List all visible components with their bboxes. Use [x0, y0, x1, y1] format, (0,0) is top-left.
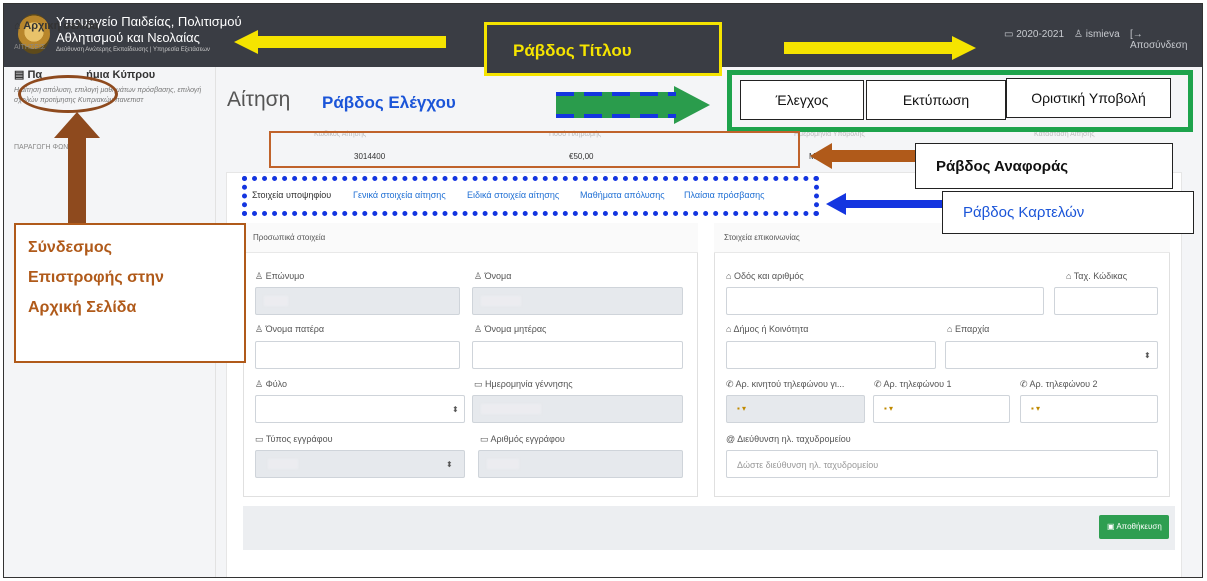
- gender-select[interactable]: ⬍: [255, 395, 465, 423]
- tabs-bar-annotation: Ράβδος Καρτελών: [963, 204, 1085, 221]
- check-button[interactable]: Έλεγχος: [740, 80, 864, 120]
- school-year[interactable]: ▭ 2020-2021: [1004, 29, 1064, 40]
- doc-number-field[interactable]: [478, 450, 683, 478]
- flag-icon: ▪ ▾: [884, 404, 894, 413]
- name-label: ♙ Όνομα: [474, 271, 512, 281]
- ref-label-date: Ημερομηνία Υποβολής: [794, 131, 865, 138]
- select-arrow-icon: ⬍: [1144, 351, 1151, 360]
- id-card-icon: ▭: [255, 434, 266, 444]
- surname-label: ♙ Επώνυμο: [255, 271, 305, 281]
- save-icon: ▣: [1107, 522, 1117, 531]
- screenshot-frame: Υπουργείο Παιδείας, Πολιτισμού Αθλητισμο…: [3, 3, 1203, 578]
- dob-label: ▭ Ημερομηνία γέννησης: [474, 379, 573, 389]
- email-field[interactable]: Δώστε διεύθυνση ηλ. ταχυδρομείου: [726, 450, 1158, 478]
- mobile-field[interactable]: ▪ ▾: [726, 395, 865, 423]
- reference-bar-box: [269, 131, 800, 168]
- building-icon: ⌂: [1066, 271, 1074, 281]
- phone-icon: ✆: [874, 379, 884, 389]
- mother-name-label: ♙ Όνομα μητέρας: [474, 324, 547, 334]
- person-icon: ♙: [255, 271, 266, 281]
- save-button[interactable]: ▣ Αποθήκευση: [1099, 515, 1169, 539]
- select-arrow-icon: ⬍: [446, 460, 453, 469]
- print-button[interactable]: Εκτύπωση: [866, 80, 1006, 120]
- control-bar-annotation: Ράβδος Ελέγχου: [322, 93, 456, 112]
- mobile-label: ✆ Αρ. κινητού τηλεφώνου γι...: [726, 379, 845, 389]
- logout-icon: [→: [1130, 29, 1143, 40]
- yellow-left-arrow: [234, 30, 446, 54]
- blue-left-arrow: [826, 193, 944, 215]
- phone2-label: ✆ Αρ. τηλεφώνου 2: [1020, 379, 1098, 389]
- street-field[interactable]: [726, 287, 1044, 315]
- doc-number-label: ▭ Αριθμός εγγράφου: [480, 434, 565, 444]
- select-arrow-icon: ⬍: [452, 405, 459, 414]
- father-name-label: ♙ Όνομα πατέρα: [255, 324, 325, 334]
- postcode-label: ⌂ Ταχ. Κώδικας: [1066, 271, 1128, 281]
- form-footer: [243, 506, 1175, 550]
- person-icon: ♙: [474, 271, 485, 281]
- title-bar-annotation: Ράβδος Τίτλου: [513, 41, 632, 60]
- document-icon: ▤: [14, 69, 28, 81]
- phone-icon: ✆: [1020, 379, 1030, 389]
- yellow-right-arrow: [784, 36, 976, 60]
- brown-left-arrow-ref: [810, 143, 918, 169]
- home-icon: ⌂: [14, 20, 24, 32]
- final-submit-button[interactable]: Οριστική Υποβολή: [1006, 78, 1171, 118]
- district-label: ⌂ Επαρχία: [947, 324, 990, 334]
- mother-name-field[interactable]: [472, 341, 683, 369]
- postcode-field[interactable]: [1054, 287, 1158, 315]
- doc-type-select[interactable]: ⬍: [255, 450, 465, 478]
- home-link-annotation-line3: Αρχική Σελίδα: [28, 299, 137, 316]
- district-select[interactable]: ⬍: [945, 341, 1158, 369]
- phone1-label: ✆ Αρ. τηλεφώνου 1: [874, 379, 952, 389]
- father-name-field[interactable]: [255, 341, 460, 369]
- municipality-label: ⌂ Δήμος ή Κοινότητα: [726, 324, 809, 334]
- page-title: Αίτηση: [227, 88, 291, 111]
- logout-link[interactable]: [→ Αποσύνδεση: [1130, 29, 1202, 51]
- calendar-icon: ▭: [1004, 29, 1017, 40]
- dob-field[interactable]: [472, 395, 683, 423]
- street-label: ⌂ Οδός και αριθμός: [726, 271, 804, 281]
- tabs-bar-box: [242, 176, 819, 216]
- surname-field[interactable]: [255, 287, 460, 315]
- flag-icon: ▪ ▾: [1031, 404, 1041, 413]
- org-name-line3: Διεύθυνση Ανώτερης Εκπαίδευσης | Υπηρεσί…: [56, 47, 210, 53]
- at-icon: @: [726, 434, 738, 444]
- sidebar-home-link[interactable]: ⌂ Αρχική σελίδα: [14, 20, 99, 32]
- home-link-annotation-line1: Σύνδεσμος: [28, 239, 112, 256]
- sidebar-section-applications: ΑΙΤΗΣΕΙΣ: [14, 44, 46, 51]
- ref-label-status: Κατάσταση Αίτησης: [1034, 131, 1095, 138]
- doc-type-label: ▭ Τύπος εγγράφου: [255, 434, 333, 444]
- municipality-field[interactable]: [726, 341, 936, 369]
- user-icon: ♙: [1074, 29, 1086, 40]
- id-card-icon: ▭: [480, 434, 491, 444]
- home-link-annotation-line2: Επιστροφής στην: [28, 269, 164, 286]
- name-field[interactable]: [472, 287, 683, 315]
- green-dashed-arrow: [556, 86, 710, 124]
- reference-bar-annotation: Ράβδος Αναφοράς: [936, 158, 1069, 175]
- phone-icon: ✆: [726, 379, 736, 389]
- phone2-field[interactable]: ▪ ▾: [1020, 395, 1158, 423]
- email-label: @ Διεύθυνση ηλ. ταχυδρομείου: [726, 434, 851, 444]
- people-icon: ♙: [255, 379, 266, 389]
- building-icon: ⌂: [726, 271, 734, 281]
- home-link-highlight: [18, 75, 118, 113]
- org-name-line2: Αθλητισμού και Νεολαίας: [56, 30, 200, 45]
- calendar-icon: ▭: [474, 379, 486, 389]
- person-icon: ♙: [474, 324, 485, 334]
- gender-label: ♙ Φύλο: [255, 379, 288, 389]
- person-icon: ♙: [255, 324, 266, 334]
- personal-panel-heading: Προσωπικά στοιχεία: [243, 223, 698, 253]
- user-menu[interactable]: ♙ ismieva: [1074, 29, 1120, 40]
- flag-icon: ▪ ▾: [737, 404, 747, 413]
- phone1-field[interactable]: ▪ ▾: [873, 395, 1010, 423]
- building-icon: ⌂: [947, 324, 955, 334]
- brown-up-arrow: [54, 112, 100, 232]
- email-placeholder: Δώστε διεύθυνση ηλ. ταχυδρομείου: [737, 460, 879, 470]
